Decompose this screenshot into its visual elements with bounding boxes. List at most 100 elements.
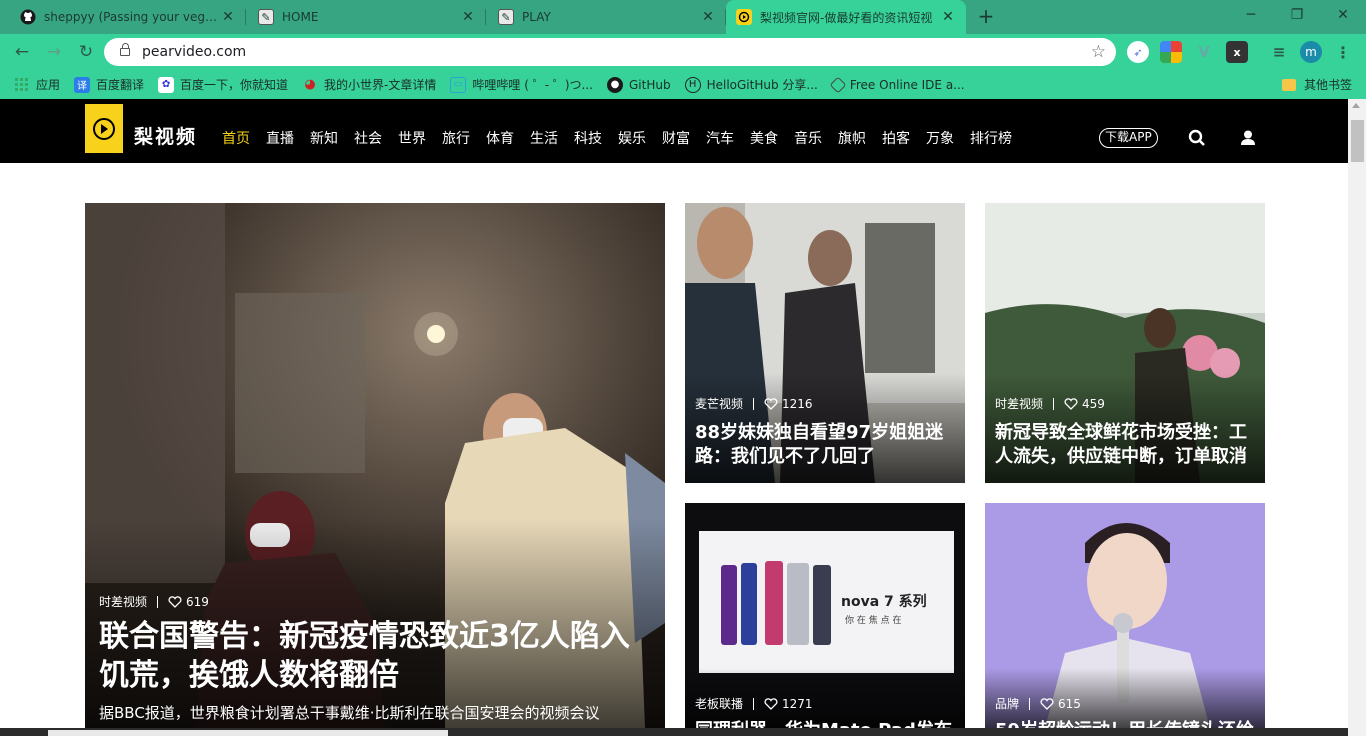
bookmark-baidu-translate[interactable]: 译 百度翻译 bbox=[74, 76, 144, 93]
bookmark-baidu[interactable]: ✿ 百度一下，你就知道 bbox=[158, 76, 288, 93]
heart-icon[interactable] bbox=[1064, 397, 1078, 410]
nav-item[interactable]: 美食 bbox=[750, 128, 778, 148]
tab-label: HOME bbox=[282, 10, 319, 24]
extension-v-icon[interactable]: V bbox=[1193, 41, 1215, 63]
like-count: 619 bbox=[186, 594, 209, 609]
card-meta: 品牌 615 bbox=[995, 695, 1081, 712]
heart-icon[interactable] bbox=[764, 697, 778, 710]
heart-icon[interactable] bbox=[764, 397, 778, 410]
profile-avatar[interactable]: m bbox=[1300, 41, 1322, 63]
source-label[interactable]: 麦芒视频 bbox=[695, 395, 743, 412]
back-button[interactable]: ← bbox=[10, 40, 34, 64]
nav-item[interactable]: 科技 bbox=[574, 128, 602, 148]
nav-item[interactable]: 首页 bbox=[222, 128, 250, 148]
site-nav: 首页 直播 新知 社会 世界 旅行 体育 生活 科技 娱乐 财富 汽车 美食 音… bbox=[222, 128, 1028, 148]
card-title[interactable]: 同理利器，华为Mate Pad发布 bbox=[695, 719, 957, 728]
card-meta: 麦芒视频 1216 bbox=[695, 395, 813, 412]
tab-play[interactable]: ✎ PLAY ✕ bbox=[488, 0, 726, 34]
video-card[interactable]: 品牌 615 59岁超龄运动！用长传镜头还给 bbox=[985, 503, 1265, 728]
page-scrollbar[interactable] bbox=[1348, 99, 1366, 736]
bookmark-apps[interactable]: 应用 bbox=[14, 76, 60, 93]
nav-item[interactable]: 旗帜 bbox=[838, 128, 866, 148]
bookmark-my-world[interactable]: ◕ 我的小世界-文章详情 bbox=[302, 76, 436, 93]
source-label[interactable]: 时差视频 bbox=[995, 395, 1043, 412]
nav-item[interactable]: 世界 bbox=[398, 128, 426, 148]
nav-item[interactable]: 娱乐 bbox=[618, 128, 646, 148]
video-card[interactable]: 时差视频 459 新冠导致全球鲜花市场受挫：工人流失，供应链中断，订单取消 bbox=[985, 203, 1265, 483]
close-tab-icon[interactable]: ✕ bbox=[940, 9, 956, 25]
reload-button[interactable]: ↻ bbox=[74, 40, 98, 64]
close-tab-icon[interactable]: ✕ bbox=[700, 9, 716, 25]
video-card[interactable]: nova 7 系列 你 在 焦 点 在 老板联播 1271 同理利器，华为Mat… bbox=[685, 503, 965, 728]
screen-text: nova 7 系列 bbox=[841, 594, 927, 610]
extension-color-icon[interactable] bbox=[1160, 41, 1182, 63]
close-tab-icon[interactable]: ✕ bbox=[220, 9, 236, 25]
source-label[interactable]: 品牌 bbox=[995, 695, 1019, 712]
nav-item[interactable]: 新知 bbox=[310, 128, 338, 148]
tab-home[interactable]: ✎ HOME ✕ bbox=[248, 0, 486, 34]
bookmark-star-icon[interactable]: ☆ bbox=[1091, 42, 1106, 62]
bookmark-label: 我的小世界-文章详情 bbox=[324, 78, 437, 92]
bookmark-label: 百度一下，你就知道 bbox=[180, 78, 289, 92]
bookmark-bilibili[interactable]: ▭ 哔哩哔哩 ( ゜- ゜)つ... bbox=[450, 76, 593, 93]
media-control-icon[interactable]: ≡ bbox=[1268, 41, 1290, 63]
nav-item[interactable]: 音乐 bbox=[794, 128, 822, 148]
extension-bird-icon[interactable]: ➶ bbox=[1127, 41, 1149, 63]
lips-icon: ◕ bbox=[304, 77, 316, 92]
close-window-button[interactable]: ✕ bbox=[1320, 0, 1366, 30]
tab-github[interactable]: sheppyy (Passing your vegetab ✕ bbox=[10, 0, 246, 34]
source-label[interactable]: 老板联播 bbox=[695, 695, 743, 712]
pearvideo-logo[interactable] bbox=[85, 104, 123, 153]
url-text[interactable]: pearvideo.com bbox=[142, 44, 1091, 60]
site-logo-text[interactable]: 梨视频 bbox=[134, 122, 197, 149]
card-title[interactable]: 联合国警告：新冠疫情恐致近3亿人陷入饥荒，挨饿人数将翻倍 bbox=[99, 617, 645, 695]
download-app-button[interactable]: 下载APP bbox=[1099, 128, 1158, 148]
heart-icon[interactable] bbox=[1040, 697, 1054, 710]
card-title[interactable]: 88岁妹妹独自看望97岁姐姐迷路：我们见不了几回了 bbox=[695, 421, 957, 469]
main-video-card[interactable]: 时差视频 619 联合国警告：新冠疫情恐致近3亿人陷入饥荒，挨饿人数将翻倍 据B… bbox=[85, 203, 665, 728]
nav-item[interactable]: 社会 bbox=[354, 128, 382, 148]
nav-item[interactable]: 体育 bbox=[486, 128, 514, 148]
bookmark-free-ide[interactable]: Free Online IDE a... bbox=[829, 76, 965, 93]
nav-item[interactable]: 汽车 bbox=[706, 128, 734, 148]
source-label[interactable]: 时差视频 bbox=[99, 593, 147, 610]
video-card[interactable]: 麦芒视频 1216 88岁妹妹独自看望97岁姐姐迷路：我们见不了几回了 bbox=[685, 203, 965, 483]
tab-pearvideo[interactable]: 梨视频官网-做最好看的资讯短视 ✕ bbox=[726, 0, 966, 34]
screen-text: 你 在 焦 点 在 bbox=[845, 616, 902, 626]
forward-button[interactable]: → bbox=[42, 40, 66, 64]
user-icon[interactable] bbox=[1239, 129, 1257, 147]
new-tab-button[interactable]: + bbox=[974, 5, 998, 29]
scrollbar-thumb[interactable] bbox=[1351, 120, 1364, 162]
apps-grid-icon bbox=[14, 77, 30, 93]
bookmark-github[interactable]: ● GitHub bbox=[606, 76, 671, 93]
search-icon[interactable] bbox=[1188, 129, 1206, 147]
nav-item[interactable]: 拍客 bbox=[882, 128, 910, 148]
bookmark-label: HelloGitHub 分享... bbox=[706, 78, 818, 92]
extension-x-icon[interactable]: x bbox=[1226, 41, 1248, 63]
card-title[interactable]: 新冠导致全球鲜花市场受挫：工人流失，供应链中断，订单取消 bbox=[995, 421, 1257, 469]
bookmark-label: 应用 bbox=[36, 78, 61, 92]
bookmark-hellogithub[interactable]: H HelloGitHub 分享... bbox=[684, 76, 818, 93]
nav-item[interactable]: 财富 bbox=[662, 128, 690, 148]
address-bar[interactable]: pearvideo.com ☆ bbox=[104, 38, 1116, 66]
scroll-up-arrow[interactable] bbox=[1352, 103, 1360, 108]
nav-item[interactable]: 万象 bbox=[926, 128, 954, 148]
like-count: 615 bbox=[1058, 696, 1081, 711]
card-title[interactable]: 59岁超龄运动！用长传镜头还给 bbox=[995, 719, 1257, 728]
hellogithub-icon: H bbox=[684, 76, 701, 93]
nav-item[interactable]: 直播 bbox=[266, 128, 294, 148]
heart-icon[interactable] bbox=[168, 595, 182, 608]
tab-label: 梨视频官网-做最好看的资讯短视 bbox=[760, 10, 933, 25]
bookmark-label: Free Online IDE a... bbox=[849, 77, 965, 92]
bookmark-label: 哔哩哔哩 ( ゜- ゜)つ... bbox=[472, 78, 593, 92]
nav-item[interactable]: 生活 bbox=[530, 128, 558, 148]
menu-icon[interactable]: ⋮ bbox=[1332, 41, 1354, 63]
nav-item[interactable]: 排行榜 bbox=[970, 128, 1012, 148]
nav-item[interactable]: 旅行 bbox=[442, 128, 470, 148]
other-bookmarks[interactable]: 其他书签 bbox=[1281, 76, 1352, 93]
restore-button[interactable]: ❐ bbox=[1274, 0, 1320, 30]
like-count: 1271 bbox=[782, 696, 813, 711]
close-tab-icon[interactable]: ✕ bbox=[460, 9, 476, 25]
minimize-button[interactable]: ─ bbox=[1228, 0, 1274, 30]
github-icon bbox=[20, 9, 36, 25]
